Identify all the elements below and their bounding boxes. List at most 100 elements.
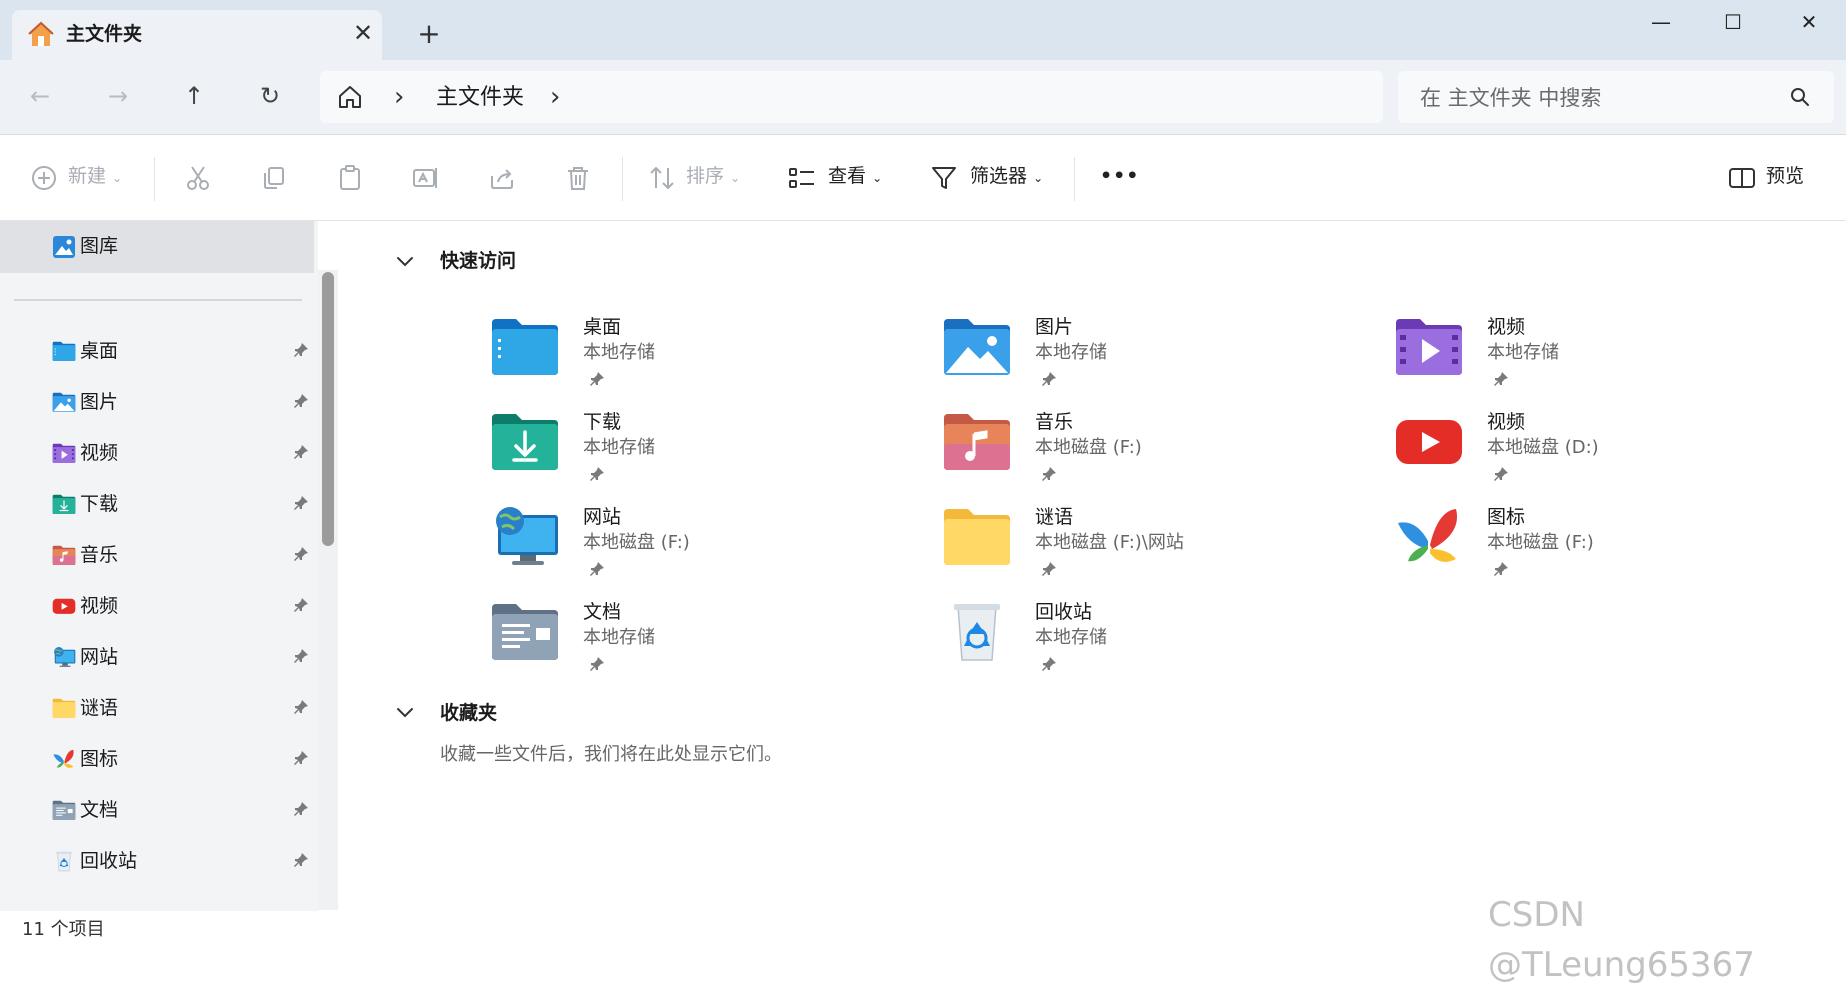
view-button[interactable]: 查看 ⌄ <box>828 153 882 199</box>
pin-icon[interactable] <box>292 698 310 716</box>
copy-icon[interactable] <box>260 164 288 192</box>
folder-icon <box>942 505 1012 567</box>
quick-access-item[interactable]: 视频 本地存储 <box>1394 307 1824 397</box>
pin-icon[interactable] <box>292 341 310 359</box>
more-options-button[interactable]: ••• <box>1100 153 1139 199</box>
delete-icon[interactable] <box>564 164 592 192</box>
chevron-right-icon[interactable]: › <box>550 81 560 113</box>
chevron-right-icon[interactable]: › <box>394 81 404 113</box>
new-label: 新建 <box>68 165 107 187</box>
quick-access-item[interactable]: 回收站 本地存储 <box>942 592 1372 682</box>
pin-icon[interactable] <box>588 370 606 388</box>
pin-icon[interactable] <box>1040 370 1058 388</box>
pin-icon[interactable] <box>292 494 310 512</box>
up-button[interactable]: ↑ <box>172 76 216 116</box>
pin-icon[interactable] <box>588 465 606 483</box>
pin-icon[interactable] <box>1492 465 1510 483</box>
sidebar-item[interactable]: 回收站 <box>0 836 314 886</box>
search-placeholder[interactable]: 在 主文件夹 中搜索 <box>1420 83 1601 113</box>
scroll-thumb[interactable] <box>322 272 334 546</box>
item-location: 本地磁盘 (D:) <box>1487 437 1599 458</box>
refresh-button[interactable]: ↻ <box>248 76 292 116</box>
chevron-down-icon[interactable] <box>394 701 416 723</box>
filter-button[interactable]: 筛选器 ⌄ <box>970 153 1043 199</box>
quick-access-item[interactable]: 文档 本地存储 <box>490 592 920 682</box>
sidebar-item-label: 下载 <box>80 493 119 515</box>
quick-access-item[interactable]: 网站 本地磁盘 (F:) <box>490 497 920 587</box>
sidebar-item[interactable]: 图片 <box>0 377 314 427</box>
tab-home[interactable]: 主文件夹 ✕ <box>12 10 382 60</box>
search-box[interactable]: 在 主文件夹 中搜索 <box>1398 71 1834 123</box>
pin-icon[interactable] <box>1492 370 1510 388</box>
home-icon[interactable] <box>336 83 364 111</box>
sidebar-item[interactable]: 文档 <box>0 785 314 835</box>
quick-access-item[interactable]: 视频 本地磁盘 (D:) <box>1394 402 1824 492</box>
sidebar-item[interactable]: 网站 <box>0 632 314 682</box>
desktop-folder-icon <box>490 315 560 377</box>
title-bar: 主文件夹 ✕ + — ☐ ✕ <box>0 0 1846 60</box>
cut-icon[interactable] <box>184 164 212 192</box>
sidebar-item[interactable]: 图标 <box>0 734 314 784</box>
pin-icon[interactable] <box>1040 560 1058 578</box>
item-name: 桌面 <box>583 316 622 338</box>
pin-icon[interactable] <box>1492 560 1510 578</box>
minimize-button[interactable]: — <box>1636 4 1686 40</box>
pin-icon[interactable] <box>292 851 310 869</box>
quick-access-item[interactable]: 图标 本地磁盘 (F:) <box>1394 497 1824 587</box>
preview-button[interactable]: 预览 <box>1766 153 1804 199</box>
search-icon[interactable] <box>1788 85 1812 109</box>
sidebar-item[interactable]: 谜语 <box>0 683 314 733</box>
close-tab-icon[interactable]: ✕ <box>348 18 378 48</box>
quick-access-item[interactable]: 下载 本地存储 <box>490 402 920 492</box>
pin-icon[interactable] <box>292 749 310 767</box>
item-name: 视频 <box>1487 316 1526 338</box>
breadcrumb-home[interactable]: 主文件夹 <box>436 83 524 113</box>
pin-icon[interactable] <box>292 545 310 563</box>
address-bar[interactable]: › 主文件夹 › <box>320 71 1383 123</box>
sidebar-item[interactable]: 视频 <box>0 581 314 631</box>
forward-button[interactable]: → <box>96 76 140 116</box>
pin-icon[interactable] <box>588 560 606 578</box>
item-location: 本地磁盘 (F:) <box>583 532 690 553</box>
divider <box>1074 157 1075 201</box>
sort-label: 排序 <box>686 165 725 187</box>
quick-access-item[interactable]: 谜语 本地磁盘 (F:)\网站 <box>942 497 1372 587</box>
rename-icon[interactable] <box>412 164 440 192</box>
pin-icon[interactable] <box>292 392 310 410</box>
navigation-bar: ← → ↑ ↻ › 主文件夹 › 在 主文件夹 中搜索 <box>0 60 1846 135</box>
quick-access-item[interactable]: 图片 本地存储 <box>942 307 1372 397</box>
sidebar-item[interactable]: 视频 <box>0 428 314 478</box>
item-name: 文档 <box>583 601 622 623</box>
close-window-button[interactable]: ✕ <box>1784 4 1834 40</box>
pin-icon[interactable] <box>292 596 310 614</box>
sidebar-item[interactable]: 下载 <box>0 479 314 529</box>
paste-icon[interactable] <box>336 164 364 192</box>
gallery-icon <box>53 236 75 258</box>
sidebar-item[interactable]: 音乐 <box>0 530 314 580</box>
new-button[interactable]: 新建 ⌄ <box>68 153 122 199</box>
view-list-icon <box>789 168 814 188</box>
pin-icon[interactable] <box>292 647 310 665</box>
pin-icon[interactable] <box>1040 655 1058 673</box>
pictures-folder-icon <box>52 391 76 413</box>
maximize-button[interactable]: ☐ <box>1708 4 1758 40</box>
pin-icon[interactable] <box>292 443 310 461</box>
pin-icon[interactable] <box>588 655 606 673</box>
sidebar-item-label: 谜语 <box>80 697 119 719</box>
item-name: 图标 <box>1487 506 1526 528</box>
pin-icon[interactable] <box>292 800 310 818</box>
share-icon[interactable] <box>488 164 516 192</box>
sort-button[interactable]: 排序 ⌄ <box>686 153 740 199</box>
back-button[interactable]: ← <box>18 76 62 116</box>
sidebar-item[interactable]: 桌面 <box>0 326 314 376</box>
new-tab-button[interactable]: + <box>412 18 446 52</box>
chevron-down-icon[interactable] <box>394 250 416 272</box>
favorites-title[interactable]: 收藏夹 <box>440 699 497 727</box>
pin-icon[interactable] <box>1040 465 1058 483</box>
quick-access-item[interactable]: 音乐 本地磁盘 (F:) <box>942 402 1372 492</box>
sidebar-item-gallery[interactable]: 图库 <box>0 221 314 273</box>
quick-access-item[interactable]: 桌面 本地存储 <box>490 307 920 397</box>
watermark-text: CSDN @TLeung65367 <box>1488 895 1755 985</box>
sidebar-scrollbar[interactable] <box>318 270 338 910</box>
quick-access-title[interactable]: 快速访问 <box>440 247 516 275</box>
